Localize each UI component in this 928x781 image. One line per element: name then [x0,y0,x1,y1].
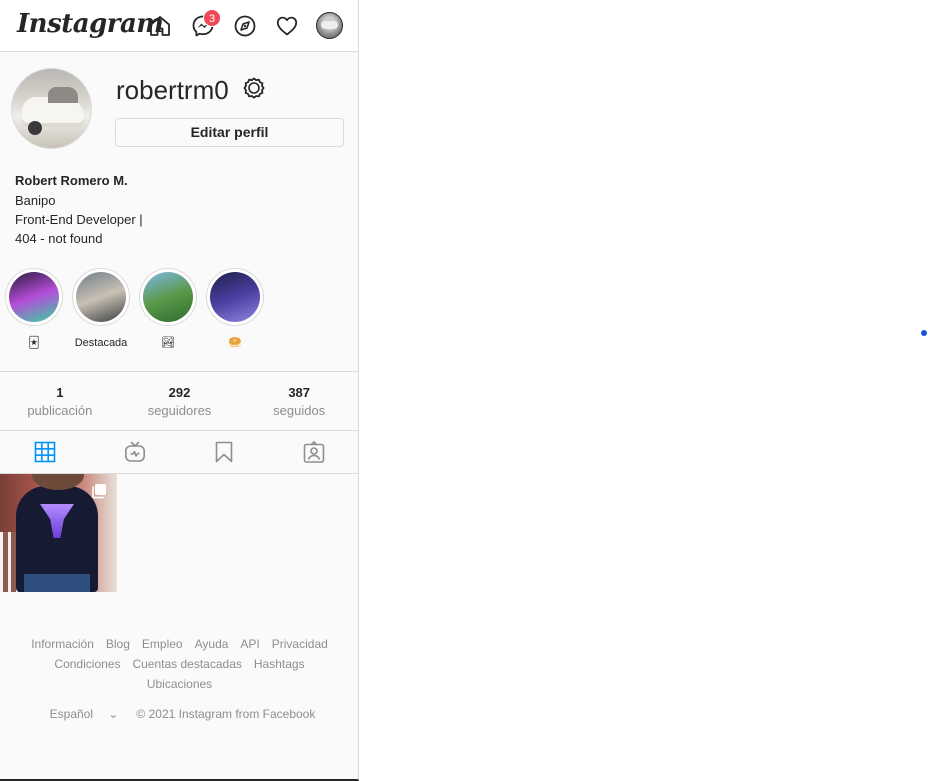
home-icon[interactable] [148,14,172,38]
saved-bookmark-icon [216,441,233,463]
stat-label: seguidores [147,403,212,418]
footer-link[interactable]: Cuentas destacadas [132,654,241,674]
tagged-person-icon [303,441,325,463]
highlight-label: Destacada [74,337,128,349]
highlight-label: 🏞 [161,337,175,349]
profile-picture[interactable] [11,68,92,149]
bio-line: 404 - not found [15,231,103,246]
footer-links: Información Blog Empleo Ayuda API Privacidad … [0,634,358,694]
page-dot-indicator [921,330,927,336]
profile-full-name: Robert Romero M. [15,173,128,188]
settings-gear-icon[interactable] [242,76,266,100]
footer-bottom: Español ⌄ © 2021 Instagram from Facebook [0,706,358,722]
top-navigation-bar: Instagram 3 [0,0,358,52]
highlight-label: 🥯 [228,337,242,349]
instagram-app: Instagram 3 robertrm0 Editar perfil Robe… [0,0,359,781]
nav-profile-avatar[interactable] [316,12,343,39]
footer-link[interactable]: Privacidad [272,634,328,654]
footer-link[interactable]: Blog [106,634,130,654]
igtv-icon [124,441,145,462]
profile-bio: Robert Romero M. Banipo Front-End Develo… [15,171,345,248]
post-thumbnail[interactable] [0,474,117,592]
highlight-ring [72,268,130,326]
stat-label: publicación [27,403,93,418]
tab-posts[interactable] [0,431,90,473]
footer-link[interactable]: Información [31,634,94,654]
chevron-down-icon: ⌄ [108,707,119,721]
highlight-item[interactable]: 🥯 [204,268,266,350]
copyright-text: © 2021 Instagram from Facebook [136,707,316,721]
language-selector[interactable]: Español ⌄ [44,706,125,722]
highlight-ring [206,268,264,326]
stat-following[interactable]: 387 seguidos [239,372,358,430]
profile-username: robertrm0 [116,75,229,105]
tab-saved[interactable] [180,431,270,473]
edit-profile-button[interactable]: Editar perfil [115,118,344,147]
footer-link[interactable]: API [240,634,259,654]
carousel-multiple-icon [91,483,107,499]
stat-value: 292 [168,385,191,400]
highlight-cover [210,272,260,322]
bio-line: Banipo [15,193,56,208]
language-label: Español [49,707,94,721]
story-highlights: 🃏 Destacada 🏞 🥯 [0,268,358,358]
stat-posts: 1 publicación [0,372,120,430]
stat-followers[interactable]: 292 seguidores [120,372,240,430]
activity-heart-icon[interactable] [275,14,299,38]
instagram-logo[interactable]: Instagram [17,9,164,39]
tab-tagged[interactable] [269,431,358,473]
footer-link[interactable]: Hashtags [254,654,305,674]
post-jeans [24,574,90,592]
stat-value: 1 [56,385,64,400]
highlight-item[interactable]: 🃏 [3,268,65,350]
explore-compass-icon[interactable] [233,14,257,38]
posts-grid-icon [34,441,56,463]
highlight-ring [139,268,197,326]
profile-stats: 1 publicación 292 seguidores 387 seguido… [0,371,358,431]
messenger-icon[interactable]: 3 [191,9,221,38]
car-wheel-shape [28,121,42,135]
highlight-cover [9,272,59,322]
stat-label: seguidos [273,403,326,418]
highlight-label: 🃏 [28,337,40,349]
footer-link[interactable]: Empleo [142,634,183,654]
profile-tabs [0,431,358,474]
car-window-shape [48,87,78,103]
messages-badge: 3 [203,9,221,27]
highlight-item[interactable]: 🏞 [137,268,199,350]
highlight-cover [76,272,126,322]
highlight-item[interactable]: Destacada [70,268,132,350]
footer: Información Blog Empleo Ayuda API Privacidad … [0,634,358,722]
footer-link[interactable]: Ubicaciones [147,674,212,694]
footer-link[interactable]: Ayuda [195,634,229,654]
stat-value: 387 [288,385,311,400]
footer-link[interactable]: Condiciones [54,654,120,674]
highlight-ring [5,268,63,326]
tab-igtv[interactable] [90,431,180,473]
highlight-cover [143,272,193,322]
bio-line: Front-End Developer | [15,212,143,227]
